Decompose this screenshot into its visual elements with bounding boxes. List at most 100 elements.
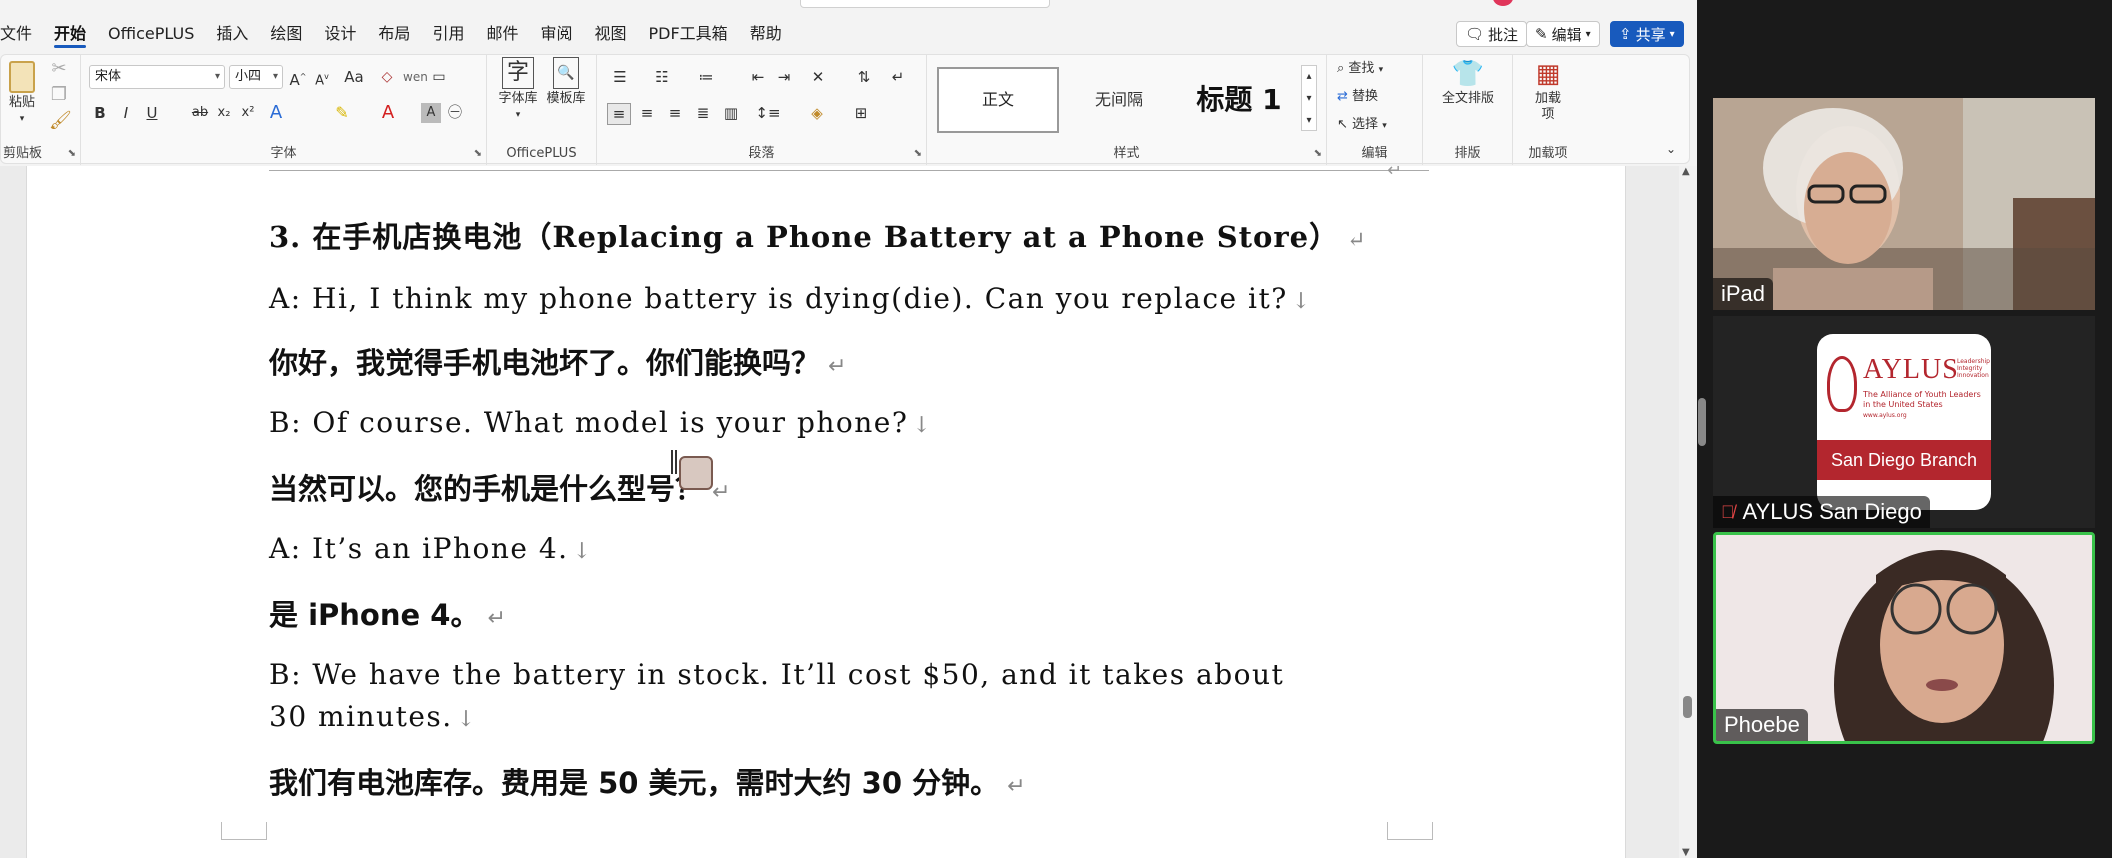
style-heading1[interactable]: 标题 1: [1179, 67, 1299, 133]
aylus-branch: San Diego Branch: [1817, 440, 1991, 480]
bold-icon[interactable]: B: [91, 103, 109, 123]
template-library-button[interactable]: 🔍 模板库: [543, 57, 589, 107]
paste-button[interactable]: 粘贴 ▾: [5, 61, 39, 127]
numbering-icon[interactable]: ☷: [649, 67, 675, 87]
comment-button[interactable]: 🗨 批注: [1456, 21, 1528, 47]
sort-icon[interactable]: ⇅: [853, 67, 875, 87]
font-library-button[interactable]: 字 字体库 ▾: [495, 57, 541, 123]
paragraph-group-label: 段落: [748, 146, 775, 161]
dialog-line-text: 你好，我觉得手机电池坏了。你们能换吗？: [269, 346, 821, 380]
font-library-icon: 字: [502, 57, 534, 89]
change-case-icon[interactable]: Aa: [339, 67, 369, 87]
menu-insert[interactable]: 插入: [205, 18, 259, 50]
bullets-icon[interactable]: ☰: [607, 67, 633, 87]
increase-indent-icon[interactable]: ⇥: [773, 67, 795, 87]
grow-font-icon[interactable]: A^: [287, 67, 309, 90]
menu-layout[interactable]: 布局: [367, 18, 421, 50]
line-spacing-icon[interactable]: ↕≡: [753, 103, 783, 123]
document-page[interactable]: ↵ 3. 在手机店换电池（Replacing a Phone Battery a…: [26, 166, 1626, 858]
show-marks-icon[interactable]: ↵: [887, 67, 909, 87]
menu-pdf-tools[interactable]: PDF工具箱: [638, 18, 739, 50]
collapse-ribbon-icon[interactable]: ⌄: [1661, 139, 1681, 159]
replace-label: 替换: [1352, 89, 1379, 104]
paragraph-launcher-icon[interactable]: ⬊: [914, 148, 922, 159]
menu-view[interactable]: 视图: [583, 18, 637, 50]
decrease-indent-icon[interactable]: ⇤: [747, 67, 769, 87]
highlight-icon[interactable]: ✎: [331, 103, 353, 123]
style-no-spacing[interactable]: 无间隔: [1059, 67, 1179, 133]
full-layout-button[interactable]: 👕 全文排版: [1431, 57, 1505, 107]
align-center-icon[interactable]: ≡: [635, 103, 659, 123]
font-name-combo[interactable]: 宋体 ▾: [89, 65, 225, 89]
underline-icon[interactable]: U: [141, 103, 163, 123]
align-left-icon[interactable]: ≡: [607, 103, 631, 125]
gallery-scrollbar[interactable]: [1698, 398, 1706, 446]
officeplus-group: 字 字体库 ▾ 🔍 模板库 OfficePLUS: [487, 55, 597, 165]
format-painter-icon[interactable]: 🖌: [49, 111, 72, 131]
find-button[interactable]: ⌕ 查找 ▾: [1337, 61, 1383, 78]
participant-tile-phoebe[interactable]: Phoebe: [1713, 532, 2095, 744]
italic-icon[interactable]: I: [117, 103, 135, 123]
justify-icon[interactable]: ≣: [691, 103, 715, 123]
borders-icon[interactable]: ⊞: [847, 103, 875, 123]
select-button[interactable]: ↖ 选择 ▾: [1337, 117, 1387, 134]
font-group-label: 字体: [270, 146, 297, 161]
styles-scroll-icon[interactable]: ▴ ▾ ▾: [1301, 65, 1317, 131]
share-button[interactable]: ⇪ 共享 ▾: [1610, 21, 1684, 47]
dialog-line-8: 30 minutes. ↓: [269, 700, 477, 733]
comment-label: 批注: [1488, 25, 1519, 44]
char-shading-icon[interactable]: A: [421, 103, 441, 123]
addins-button[interactable]: ▦ 加载项: [1519, 57, 1577, 123]
chinese-layout-icon[interactable]: ✕: [805, 67, 831, 87]
align-right-icon[interactable]: ≡: [663, 103, 687, 123]
enclose-char-icon[interactable]: ㊀: [445, 103, 465, 123]
char-border-icon[interactable]: ▭: [429, 67, 449, 87]
word-window: 文件 开始 OfficePLUS 插入 绘图 设计 布局 引用 邮件 审阅 视图…: [0, 0, 1697, 858]
subscript-icon[interactable]: x₂: [213, 103, 235, 123]
multilevel-list-icon[interactable]: ≔: [693, 67, 719, 87]
edit-mode-button[interactable]: ✎ 编辑 ▾: [1526, 21, 1600, 47]
notification-dot: [1493, 0, 1513, 6]
clipboard-launcher-icon[interactable]: ⬊: [68, 148, 76, 159]
paragraph-mark-icon: ↵: [487, 606, 506, 631]
font-launcher-icon[interactable]: ⬊: [474, 148, 482, 159]
participant-name-box: 🎙̸ AYLUS San Diego: [1713, 496, 1930, 528]
dialog-line-9: 我们有电池库存。费用是 50 美元，需时大约 30 分钟。 ↵: [269, 760, 1026, 802]
text-effects-icon[interactable]: A: [265, 103, 287, 123]
menu-mailings[interactable]: 邮件: [475, 18, 529, 50]
scroll-down-icon[interactable]: ▼: [1682, 847, 1690, 858]
scroll-thumb[interactable]: [1683, 696, 1692, 718]
section-heading: 3. 在手机店换电池（Replacing a Phone Battery at …: [269, 214, 1367, 256]
font-group: 宋体 ▾ 小四 ▾ A^ Av Aa ◇ wen ▭ B I U ab x₂ x…: [81, 55, 487, 165]
participant-name: Phoebe: [1716, 709, 1808, 741]
menu-file[interactable]: 文件: [0, 18, 43, 50]
superscript-icon[interactable]: x²: [237, 103, 259, 123]
menu-home[interactable]: 开始: [43, 18, 97, 50]
style-normal[interactable]: 正文: [937, 67, 1059, 133]
strikethrough-icon[interactable]: ab: [189, 103, 211, 123]
font-color-icon[interactable]: A: [377, 103, 399, 123]
shrink-font-icon[interactable]: Av: [311, 67, 333, 91]
menu-help[interactable]: 帮助: [739, 18, 793, 50]
cut-icon[interactable]: ✂: [49, 59, 69, 79]
menu-review[interactable]: 审阅: [529, 18, 583, 50]
phonetic-guide-icon[interactable]: wen: [403, 67, 428, 87]
ribbon: 粘贴 ▾ ✂ ❐ 🖌 剪贴板 ⬊ 宋体 ▾ 小四 ▾ A^ Av Aa ◇ we…: [0, 54, 1690, 165]
scroll-up-icon[interactable]: ▲: [1682, 166, 1690, 177]
menu-officeplus[interactable]: OfficePLUS: [97, 18, 205, 50]
distributed-icon[interactable]: ▥: [719, 103, 743, 123]
menu-references[interactable]: 引用: [421, 18, 475, 50]
copy-icon[interactable]: ❐: [49, 85, 69, 105]
participant-tile-ipad[interactable]: iPad: [1713, 98, 2095, 310]
replace-button[interactable]: ⇄ 替换: [1337, 89, 1378, 105]
shading-icon[interactable]: ◈: [803, 103, 831, 123]
font-size-combo[interactable]: 小四 ▾: [229, 65, 283, 89]
menu-design[interactable]: 设计: [313, 18, 367, 50]
styles-launcher-icon[interactable]: ⬊: [1314, 148, 1322, 159]
menu-draw[interactable]: 绘图: [259, 18, 313, 50]
search-box[interactable]: [800, 0, 1050, 8]
clear-format-icon[interactable]: ◇: [377, 67, 397, 87]
vertical-scrollbar[interactable]: ▲ ▼: [1679, 166, 1697, 858]
participant-tile-aylus[interactable]: AYLUS Leadership Integrity Innovation Th…: [1713, 316, 2095, 528]
chevron-down-icon: ▾: [1585, 28, 1591, 40]
